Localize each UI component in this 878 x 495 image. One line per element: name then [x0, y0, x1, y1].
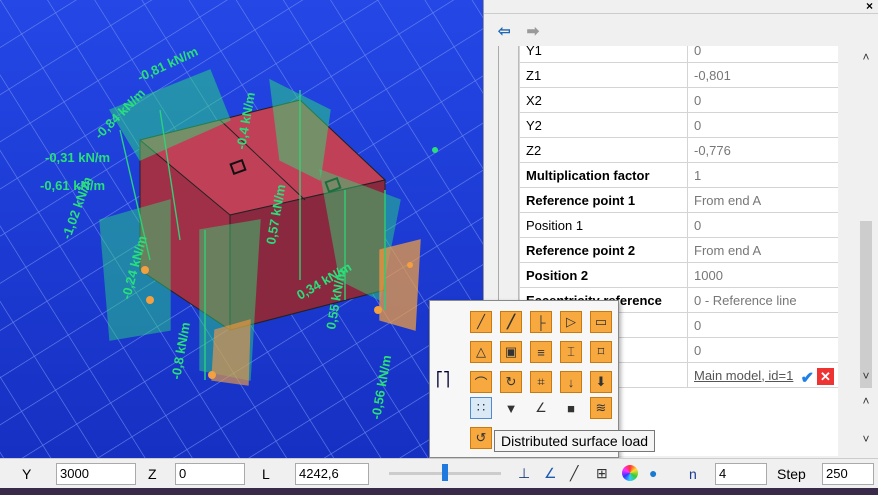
tooltip: Distributed surface load [494, 430, 656, 452]
property-value[interactable]: 0 [687, 212, 838, 238]
property-name: Y1 [519, 46, 688, 63]
moment-load-icon[interactable]: ↻ [500, 371, 522, 393]
property-row[interactable]: Reference point 2 From end A [519, 237, 838, 263]
scroll-up-icon[interactable]: ˄ [856, 394, 876, 408]
bracket-icon: ⎡⎤ [436, 371, 450, 387]
property-row[interactable]: Position 2 1000 [519, 262, 838, 288]
property-name: Position 1 [519, 212, 688, 238]
temperature-load-icon[interactable]: ≋ [590, 397, 612, 419]
property-name: Multiplication factor [519, 162, 688, 188]
frame-load-icon[interactable]: ⌑ [590, 341, 612, 363]
property-name: Y2 [519, 112, 688, 138]
property-row[interactable]: Position 10 [519, 212, 838, 238]
wall-load-icon[interactable]: ▣ [500, 341, 522, 363]
z-label: Z [148, 466, 157, 482]
load-label: -0,31 kN/m [45, 150, 110, 165]
confirm-icon[interactable]: ✔ [801, 368, 814, 387]
step-input[interactable]: 250 [822, 463, 874, 485]
l-label: L [262, 466, 270, 482]
point-arrow-icon[interactable]: ▼ [500, 397, 522, 419]
column-load-icon[interactable]: ■ [560, 397, 582, 419]
panel-title-bar: × [484, 0, 878, 14]
taskbar-strip [0, 488, 878, 495]
n-input[interactable]: 4 [715, 463, 767, 485]
property-value[interactable]: 0 [687, 46, 838, 63]
free-load-icon[interactable]: ⌗ [530, 371, 552, 393]
arrow-left-icon[interactable]: ⇦ [498, 22, 511, 40]
property-row[interactable]: Multiplication factor 1 [519, 162, 838, 188]
property-value[interactable]: 0 [687, 337, 838, 363]
panel-nav: ⇦ ➡ [498, 20, 539, 42]
angle-load-icon[interactable]: ∠ [530, 397, 552, 419]
delete-icon[interactable]: ✕ [817, 367, 834, 385]
zoom-slider-thumb[interactable] [442, 464, 448, 481]
property-scrollbar[interactable]: ˄ ˅ [856, 46, 876, 411]
property-row[interactable]: Reference point 1 From end A [519, 187, 838, 213]
distributed-surface-load-icon[interactable]: ∷ [470, 397, 492, 419]
app-window: -0,31 kN/m -0,61 kN/m -0,81 kN/m -1,02 k… [0, 0, 878, 495]
property-row[interactable]: Y2 0 [519, 112, 838, 138]
support-icon[interactable]: △ [470, 341, 492, 363]
coordinate-system-icon[interactable]: ∠ [544, 465, 557, 482]
area-outline-icon[interactable]: ▷ [560, 311, 582, 333]
secondary-scrollbar[interactable]: ˄ ˅ [856, 388, 876, 454]
n-label: n [689, 466, 697, 482]
arrow-right-icon[interactable]: ➡ [527, 22, 540, 40]
property-name: Z1 [519, 62, 688, 88]
property-name: Position 2 [519, 262, 688, 288]
axis-snap-icon[interactable]: ⊥ [518, 465, 530, 482]
property-value[interactable]: Main model, id=1 ✔ ✕ [687, 362, 838, 388]
property-name: Z2 [519, 137, 688, 163]
property-name: Reference point 1 [519, 187, 688, 213]
status-bar: Y 3000 Z 0 L 4242,6 ⊥ ∠ ╱ ⊞ ● n 4 Step 2… [0, 458, 878, 488]
property-value[interactable]: 1 [687, 162, 838, 188]
property-value[interactable]: 0 [687, 312, 838, 338]
z-input[interactable]: 0 [175, 463, 245, 485]
model-3d-view[interactable]: -0,31 kN/m -0,61 kN/m -0,81 kN/m -1,02 k… [0, 0, 483, 458]
property-row[interactable]: Z1 -0,801 [519, 62, 838, 88]
color-palette-icon[interactable] [622, 465, 638, 481]
stiffener-icon[interactable]: ≡ [530, 341, 552, 363]
property-name: Reference point 2 [519, 237, 688, 263]
property-row[interactable]: Z2 -0,776 [519, 137, 838, 163]
property-row[interactable]: X2 0 [519, 87, 838, 113]
property-value[interactable]: -0,801 [687, 62, 838, 88]
property-value[interactable]: 0 - Reference line [687, 287, 838, 313]
step-label: Step [777, 466, 806, 482]
y-label: Y [22, 466, 32, 482]
scroll-down-icon[interactable]: ˅ [856, 432, 876, 446]
curve-load-icon[interactable]: ⌒ [470, 371, 492, 393]
point-load-icon[interactable]: ↓ [560, 371, 582, 393]
bold-line-load-icon[interactable]: ╱ [500, 311, 522, 333]
section-icon[interactable]: ⌶ [560, 341, 582, 363]
grid-snap-icon[interactable]: ⊞ [596, 465, 608, 482]
y-input[interactable]: 3000 [56, 463, 136, 485]
surface-icon[interactable]: ▭ [590, 311, 612, 333]
property-value[interactable]: 1000 [687, 262, 838, 288]
property-value[interactable]: 0 [687, 112, 838, 138]
property-value[interactable]: From end A [687, 187, 838, 213]
close-icon[interactable]: × [866, 0, 873, 13]
property-row[interactable]: Y1 0 [519, 46, 838, 63]
seismic-load-icon[interactable]: ↺ [470, 427, 492, 449]
measure-icon[interactable]: ╱ [570, 465, 578, 482]
load-link[interactable]: Main model, id=1 [694, 368, 793, 383]
scroll-up-icon[interactable]: ˄ [856, 50, 876, 68]
scroll-down-icon[interactable]: ˅ [856, 369, 876, 387]
property-value[interactable]: 0 [687, 87, 838, 113]
settings-icon[interactable]: ● [649, 465, 657, 481]
load-label: -0,61 kN/m [40, 178, 105, 193]
property-name: X2 [519, 87, 688, 113]
property-value[interactable]: From end A [687, 237, 838, 263]
model-viewport[interactable]: -0,31 kN/m -0,61 kN/m -0,81 kN/m -1,02 k… [0, 0, 483, 458]
l-input[interactable]: 4242,6 [295, 463, 369, 485]
property-value[interactable]: -0,776 [687, 137, 838, 163]
line-load-icon[interactable]: ╱ [470, 311, 492, 333]
beam-load-icon[interactable]: ├ [530, 311, 552, 333]
point-down-icon[interactable]: ⬇ [590, 371, 612, 393]
